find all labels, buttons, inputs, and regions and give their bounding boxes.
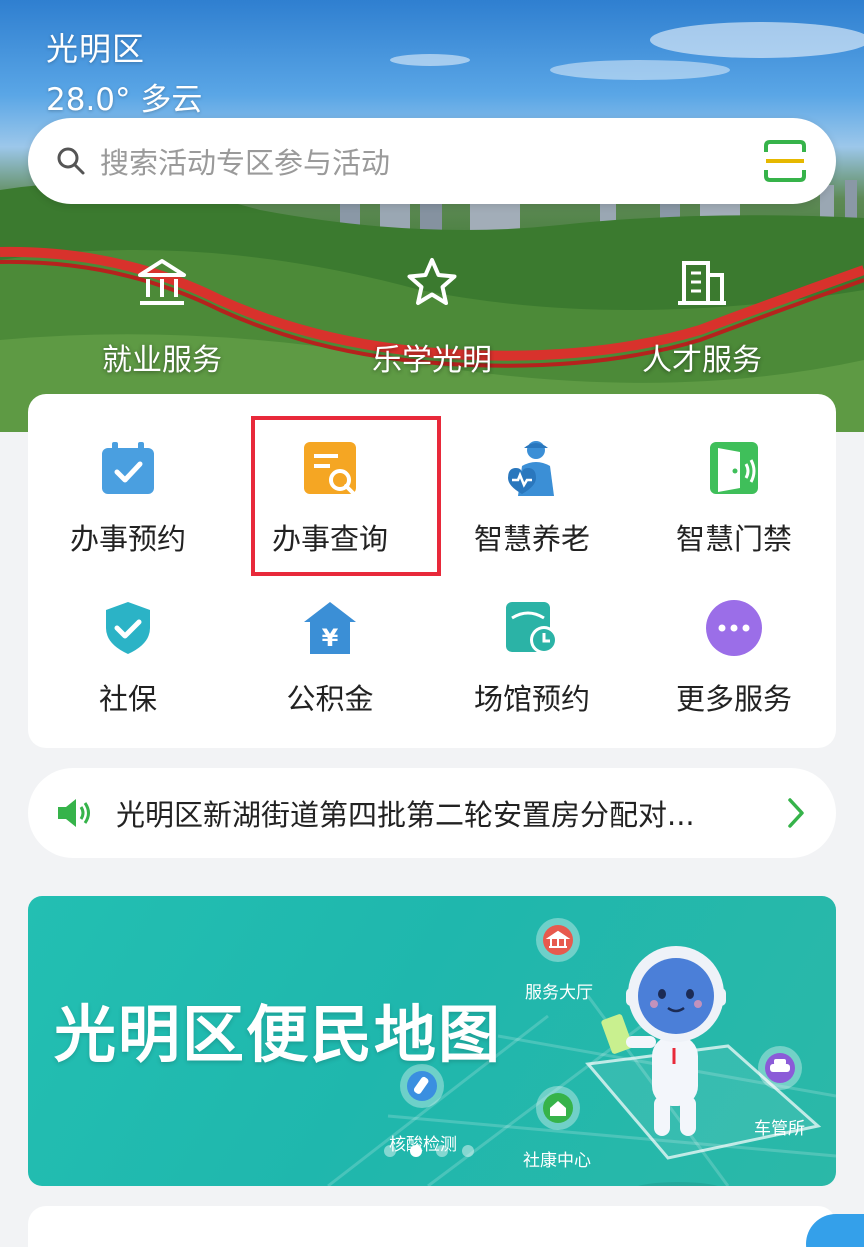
- service-appointment[interactable]: 办事预约: [28, 438, 228, 558]
- carousel-dot-active[interactable]: [410, 1145, 422, 1157]
- pin-service-hall: [536, 918, 580, 962]
- weather-info: 28.0° 多云: [46, 82, 203, 118]
- service-elderly-care[interactable]: 智慧养老: [432, 438, 632, 558]
- service-label: 办事预约: [69, 522, 186, 556]
- service-label: 更多服务: [675, 682, 792, 716]
- search-icon: [57, 147, 85, 175]
- pin-label: 车管所: [754, 1119, 805, 1139]
- pin-label: 社康中心: [523, 1151, 591, 1171]
- bottom-section-card: [28, 1206, 836, 1247]
- document-search-icon: [304, 442, 356, 495]
- service-query[interactable]: 办事查询: [230, 438, 430, 558]
- quick-link-label: 人才服务: [642, 343, 762, 378]
- scan-icon[interactable]: [762, 138, 808, 184]
- pin-health-center: [536, 1086, 580, 1130]
- elderly-care-icon: [508, 441, 554, 496]
- chevron-right-icon[interactable]: [784, 796, 808, 830]
- notice-text[interactable]: 光明区新湖街道第四批第二轮安置房分配对...: [116, 792, 784, 834]
- quick-link-employment[interactable]: 就业服务: [62, 255, 262, 379]
- pin-label: 服务大厅: [525, 983, 593, 1003]
- service-label: 智慧门禁: [675, 522, 792, 556]
- notice-bar[interactable]: 光明区新湖街道第四批第二轮安置房分配对...: [28, 768, 836, 858]
- shield-check-icon: [106, 602, 150, 654]
- house-yuan-icon: ¥: [304, 602, 356, 654]
- more-icon: [706, 600, 762, 656]
- bank-icon: [138, 259, 186, 305]
- search-input[interactable]: 搜索活动专区参与活动: [100, 140, 762, 182]
- convenience-map-banner[interactable]: 光明区便民地图 服务大厅 核酸检测 社康中心 车管所: [28, 896, 836, 1186]
- banner-title: 光明区便民地图: [54, 998, 503, 1071]
- speaker-icon: [58, 799, 90, 827]
- service-social-security[interactable]: 社保: [28, 598, 228, 718]
- quick-link-label: 就业服务: [102, 343, 222, 378]
- service-grid: 办事预约 办事查询 智慧养老 智慧门禁 社保 ¥ 公积金 场馆预约 更多服务: [28, 394, 836, 748]
- service-label: 场馆预约: [473, 682, 590, 716]
- search-bar[interactable]: 搜索活动专区参与活动: [28, 118, 836, 204]
- service-venue-booking[interactable]: 场馆预约: [432, 598, 632, 718]
- quick-link-talent[interactable]: 人才服务: [602, 255, 802, 379]
- calendar-check-icon: [102, 442, 154, 494]
- carousel-indicator: [384, 1145, 474, 1157]
- service-more[interactable]: 更多服务: [634, 598, 834, 718]
- carousel-dot[interactable]: [384, 1145, 396, 1157]
- service-label: 公积金: [286, 682, 374, 716]
- service-label: 智慧养老: [473, 522, 590, 556]
- pin-vehicle-office: [758, 1046, 802, 1090]
- service-label: 社保: [98, 682, 157, 716]
- carousel-dot[interactable]: [462, 1145, 474, 1157]
- quick-link-learning[interactable]: 乐学光明: [332, 255, 532, 379]
- location-title[interactable]: 光明区: [46, 24, 145, 70]
- quick-link-label: 乐学光明: [372, 343, 492, 378]
- service-housing-fund[interactable]: ¥ 公积金: [230, 598, 430, 718]
- venue-clock-icon: [506, 602, 558, 654]
- star-icon: [407, 258, 457, 305]
- service-label: 办事查询: [271, 522, 388, 556]
- door-icon: [710, 442, 758, 494]
- building-icon: [678, 261, 726, 305]
- hero-banner: 光明区 28.0° 多云 搜索活动专区参与活动 就业服务 乐学光明 人才服务: [0, 0, 864, 432]
- service-access-control[interactable]: 智慧门禁: [634, 438, 834, 558]
- carousel-dot[interactable]: [436, 1145, 448, 1157]
- svg-text:¥: ¥: [322, 624, 339, 652]
